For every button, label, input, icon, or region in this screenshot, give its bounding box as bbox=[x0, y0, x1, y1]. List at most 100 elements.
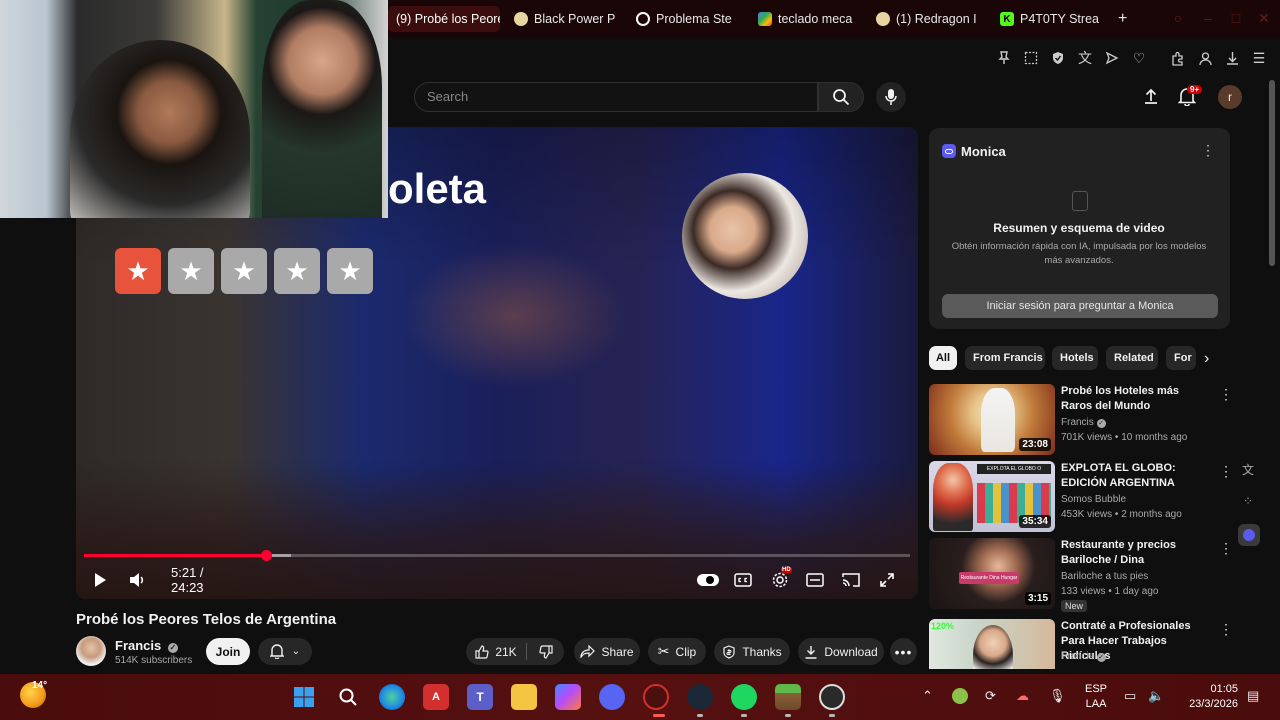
clock[interactable]: 01:05 23/3/2026 bbox=[1180, 682, 1238, 712]
steam-icon[interactable] bbox=[687, 684, 713, 710]
downloads-icon[interactable] bbox=[1223, 49, 1241, 67]
video-thumbnail[interactable]: 120% bbox=[929, 619, 1055, 669]
more-icon[interactable]: ⋮ bbox=[1219, 386, 1233, 403]
video-thumbnail[interactable]: EXPLOTA EL GLOBO O ENCUENTRA EL AMOR 35:… bbox=[929, 461, 1055, 532]
chip-related[interactable]: Related bbox=[1106, 346, 1158, 370]
tab-teclado[interactable]: teclado meca bbox=[750, 6, 866, 32]
share-button[interactable]: Share bbox=[574, 638, 640, 665]
chip-from-francis[interactable]: From Francis bbox=[965, 346, 1045, 370]
video-thumbnail[interactable]: Restaurante Dina Hungar 3:15 bbox=[929, 538, 1055, 609]
tray-app-icon[interactable] bbox=[952, 688, 968, 704]
monica-menu-icon[interactable]: ⋮ bbox=[1201, 142, 1215, 159]
recommendation-channel[interactable]: Somos Bubble bbox=[1061, 494, 1126, 505]
chip-for[interactable]: For bbox=[1166, 346, 1196, 370]
recommendation-item[interactable]: 120% Contraté a Profesionales Para Hacer… bbox=[929, 619, 1229, 669]
microphone-icon[interactable]: 🎙 bbox=[1049, 688, 1066, 704]
recommendation-channel[interactable]: Bariloche a tus pies bbox=[1061, 571, 1148, 582]
recommendation-channel[interactable]: Francis ✓ bbox=[1061, 417, 1106, 428]
monica-sidebar-icon[interactable] bbox=[1238, 524, 1260, 546]
volume-button[interactable] bbox=[128, 570, 148, 590]
tab-black-power[interactable]: Black Power P bbox=[506, 6, 622, 32]
translate-icon[interactable]: 文 bbox=[1076, 49, 1094, 67]
recommendation-channel[interactable]: Francis ✓ bbox=[1061, 651, 1106, 662]
recommendation-title[interactable]: Restaurante y precios Bariloche / Dina bbox=[1061, 538, 1211, 568]
spotify-icon[interactable] bbox=[731, 684, 757, 710]
like-button[interactable]: 21K bbox=[466, 638, 526, 665]
monica-login-button[interactable]: Iniciar sesión para preguntar a Monica bbox=[942, 294, 1218, 318]
chevron-right-icon[interactable]: › bbox=[1204, 350, 1209, 368]
chip-hotels[interactable]: Hotels bbox=[1052, 346, 1098, 370]
recommendation-item[interactable]: Restaurante Dina Hungar 3:15 Restaurante… bbox=[929, 538, 1233, 612]
tab-youtube-video[interactable]: (9) Probé los Peore bbox=[388, 6, 500, 32]
pin-icon[interactable] bbox=[995, 49, 1013, 67]
recommendation-item[interactable]: EXPLOTA EL GLOBO O ENCUENTRA EL AMOR 35:… bbox=[929, 461, 1233, 533]
download-button[interactable]: Download bbox=[798, 638, 884, 665]
search-input[interactable]: Search bbox=[414, 82, 818, 112]
autoplay-toggle[interactable] bbox=[696, 570, 720, 590]
send-icon[interactable] bbox=[1103, 49, 1121, 67]
progress-scrubber[interactable] bbox=[260, 550, 272, 561]
channel-avatar[interactable] bbox=[76, 636, 106, 666]
recommendation-title[interactable]: Probé los Hoteles más Raros del Mundo bbox=[1061, 384, 1211, 414]
subtitles-button[interactable] bbox=[734, 570, 752, 590]
more-actions-button[interactable]: ••• bbox=[890, 638, 917, 665]
settings-button[interactable]: HD bbox=[770, 567, 792, 590]
clip-button[interactable]: ✂ Clip bbox=[648, 638, 706, 665]
notifications-center-icon[interactable]: ▤ bbox=[1247, 688, 1259, 704]
tab-problema[interactable]: Problema Ste bbox=[628, 6, 746, 32]
input-language[interactable]: ESP LAA bbox=[1085, 682, 1107, 712]
voice-search-button[interactable] bbox=[876, 82, 906, 112]
tray-cloud-icon[interactable]: ☁ bbox=[1016, 688, 1029, 704]
minecraft-icon[interactable] bbox=[775, 684, 801, 710]
video-thumbnail[interactable]: 23:08 bbox=[929, 384, 1055, 455]
shield-check-icon[interactable] bbox=[1049, 49, 1067, 67]
copilot-icon[interactable] bbox=[555, 684, 581, 710]
tray-expand-icon[interactable]: ⌃ bbox=[922, 688, 933, 704]
upload-button[interactable] bbox=[1142, 87, 1162, 107]
play-button[interactable] bbox=[92, 570, 108, 590]
pdf-app-icon[interactable]: A bbox=[423, 684, 449, 710]
menu-icon[interactable]: ☰ bbox=[1250, 49, 1268, 67]
join-button[interactable]: Join bbox=[206, 638, 250, 665]
page-scrollbar[interactable] bbox=[1269, 80, 1275, 266]
maximize-icon[interactable]: □ bbox=[1228, 10, 1244, 26]
channel-name[interactable]: Francis ✓ bbox=[115, 638, 178, 653]
fullscreen-button[interactable] bbox=[878, 570, 896, 590]
screenshot-icon[interactable] bbox=[1022, 49, 1040, 67]
recommendation-title[interactable]: EXPLOTA EL GLOBO: EDICIÓN ARGENTINA bbox=[1061, 461, 1211, 491]
recommendation-item[interactable]: 23:08 Probé los Hoteles más Raros del Mu… bbox=[929, 384, 1233, 456]
search-tabs-icon[interactable]: ○ bbox=[1170, 10, 1186, 26]
obs-icon[interactable] bbox=[819, 684, 845, 710]
file-explorer-icon[interactable] bbox=[511, 684, 537, 710]
notifications-button[interactable]: 9+ bbox=[1177, 85, 1203, 109]
discord-icon[interactable] bbox=[599, 684, 625, 710]
tab-redragon[interactable]: (1) Redragon I bbox=[868, 6, 986, 32]
progress-bar[interactable] bbox=[84, 550, 910, 561]
tray-sync-icon[interactable]: ⟳ bbox=[985, 688, 996, 704]
taskbar-search-button[interactable] bbox=[335, 684, 361, 710]
edge-icon[interactable] bbox=[379, 684, 405, 710]
search-button[interactable] bbox=[818, 82, 864, 112]
chip-all[interactable]: All bbox=[929, 346, 957, 370]
thanks-button[interactable]: Thanks bbox=[714, 638, 790, 665]
dislike-button[interactable] bbox=[530, 638, 562, 665]
speaker-icon[interactable]: 🔈 bbox=[1148, 688, 1164, 704]
tab-kick-stream[interactable]: K P4T0TY Strea bbox=[992, 6, 1108, 32]
cast-button[interactable] bbox=[842, 570, 860, 590]
network-icon[interactable]: ▭ bbox=[1124, 688, 1136, 704]
theater-mode-button[interactable] bbox=[806, 570, 824, 590]
more-icon[interactable]: ⋮ bbox=[1219, 463, 1233, 480]
extensions-icon[interactable] bbox=[1168, 49, 1186, 67]
more-icon[interactable]: ⋮ bbox=[1219, 621, 1229, 638]
teams-icon[interactable]: T bbox=[467, 684, 493, 710]
subscription-bell-button[interactable]: ⌄ bbox=[258, 638, 312, 665]
minimize-icon[interactable]: – bbox=[1200, 10, 1216, 26]
opera-gx-icon[interactable] bbox=[643, 684, 669, 710]
close-icon[interactable]: ✕ bbox=[1256, 10, 1272, 26]
new-tab-button[interactable]: + bbox=[1110, 6, 1132, 32]
more-icon[interactable]: ⋮ bbox=[1219, 540, 1233, 557]
account-avatar[interactable]: r bbox=[1218, 85, 1242, 109]
profile-icon[interactable] bbox=[1196, 49, 1214, 67]
apps-sidebar-icon[interactable]: ⁘ bbox=[1238, 491, 1258, 511]
translate-sidebar-icon[interactable]: 文 bbox=[1238, 459, 1258, 479]
